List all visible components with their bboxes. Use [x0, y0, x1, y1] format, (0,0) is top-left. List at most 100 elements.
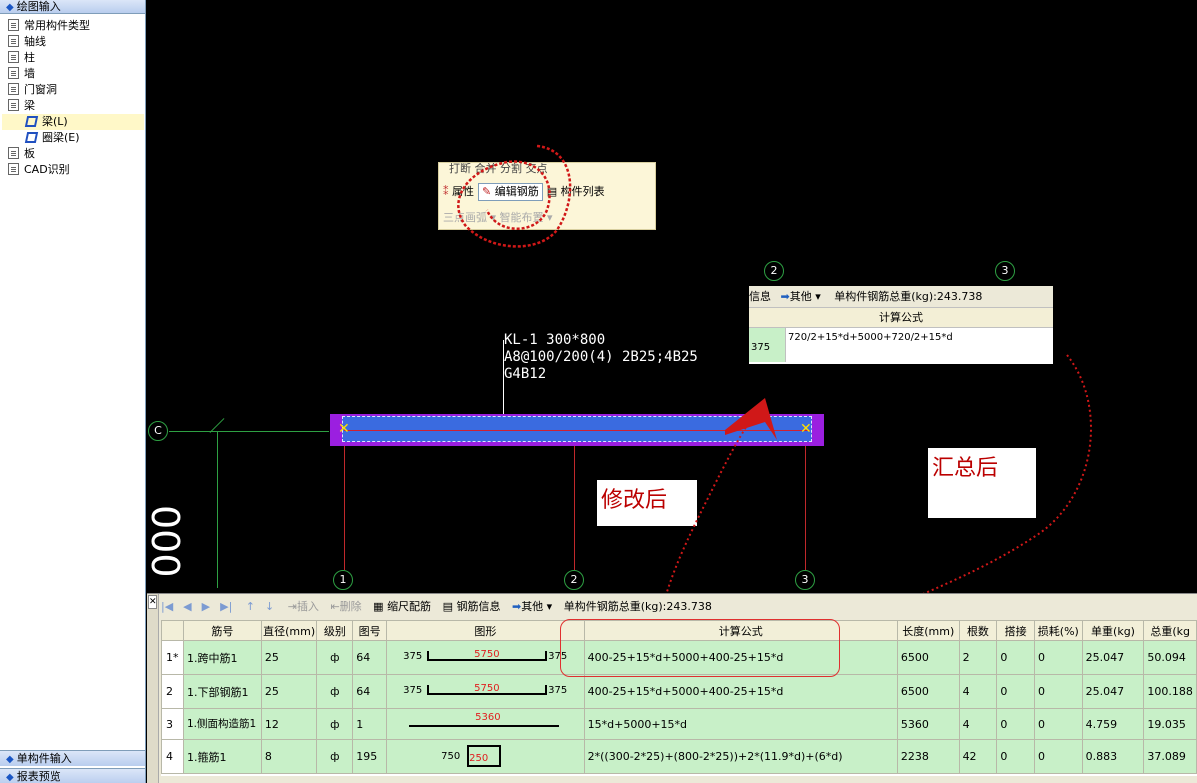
- cell-diameter[interactable]: 25: [260, 674, 318, 709]
- report-preview-tab[interactable]: ◆ 报表预览: [0, 768, 145, 783]
- cell-diameter[interactable]: 12: [260, 708, 318, 740]
- tree-item-label: 梁(L): [42, 115, 68, 128]
- insert-button[interactable]: ⇥插入: [288, 596, 319, 618]
- single-input-label: 单构件输入: [16, 752, 72, 765]
- cell-shape[interactable]: 5360: [386, 708, 585, 740]
- collapse-arrow-icon: ◆: [6, 2, 14, 13]
- cell-formula[interactable]: 15*d+5000+15*d: [583, 708, 898, 740]
- table-row[interactable]: 2 1.下部钢筋1 25 ф 64 375 5750 375 400-25+15…: [161, 674, 1197, 709]
- cell-grade[interactable]: ф: [316, 674, 354, 709]
- tree-item-slab[interactable]: 板: [2, 146, 144, 162]
- cell-length[interactable]: 6500: [896, 640, 960, 675]
- rebar-info-label: 钢筋信息: [456, 600, 501, 613]
- cell-count[interactable]: 2: [958, 640, 998, 675]
- cell-count[interactable]: 4: [958, 708, 998, 740]
- other-icon: ➡: [511, 600, 522, 613]
- row-number: 1*: [161, 640, 184, 675]
- cell-shape[interactable]: 375 5750 375: [386, 674, 585, 709]
- cell-grade[interactable]: ф: [316, 739, 354, 774]
- tree-item-cad[interactable]: CAD识别: [2, 162, 144, 178]
- cell-count[interactable]: 4: [958, 674, 998, 709]
- tree-item-wall[interactable]: 墙: [2, 66, 144, 82]
- cell-shape[interactable]: 750 250: [386, 739, 585, 774]
- cell-diameter[interactable]: 8: [260, 739, 318, 774]
- horizontal-scrollbar[interactable]: [160, 776, 1197, 783]
- other-label[interactable]: 其他: [790, 290, 812, 303]
- cell-formula[interactable]: 2*((300-2*25)+(800-2*25))+2*(11.9*d)+(6*…: [583, 739, 898, 774]
- cell-diameter[interactable]: 25: [260, 640, 318, 675]
- report-preview-label: 报表预览: [16, 770, 61, 783]
- cell-formula[interactable]: 400-25+15*d+5000+400-25+15*d: [583, 674, 898, 709]
- tree-item-label: 梁: [24, 99, 35, 112]
- tree-item-common[interactable]: 常用构件类型: [2, 18, 144, 34]
- cell-length[interactable]: 2238: [896, 739, 960, 774]
- red-scribble-circle: [457, 144, 572, 248]
- table-row[interactable]: 3 1.侧面构造筋1 12 ф 1 5360 15*d+5000+15*d 53…: [161, 708, 1197, 740]
- cell-lap[interactable]: 0: [996, 674, 1035, 709]
- formula-highlight-oval: [560, 619, 840, 677]
- cell-fig-no[interactable]: 64: [352, 640, 388, 675]
- scale-rebar-button[interactable]: ▦ 缩尺配筋: [373, 596, 431, 618]
- formula-snip-header: 计算公式: [749, 308, 1053, 328]
- delete-label: 删除: [339, 600, 362, 613]
- tree-item-label: 门窗洞: [24, 83, 57, 96]
- shape-left-length: 375: [403, 651, 423, 662]
- axis-label-bottom-1: 1: [333, 570, 353, 590]
- shape-left-length: 375: [403, 685, 423, 696]
- other-menu-label: 其他: [521, 600, 544, 613]
- cell-name[interactable]: 1.侧面构造筋1: [182, 708, 262, 740]
- tree-item-ring-beam[interactable]: 圈梁(E): [2, 130, 144, 146]
- cell-grade[interactable]: ф: [316, 708, 354, 740]
- drawing-canvas[interactable]: C 2 3 1 2 3 ✕ ✕ KL-1 300*800 A8@100/200(4…: [147, 0, 1197, 635]
- rebar-info-button[interactable]: ▤ 钢筋信息: [443, 596, 501, 618]
- beam-annotation[interactable]: KL-1 300*800 A8@100/200(4) 2B25;4B25 G4B12: [504, 332, 698, 383]
- formula-snip-left-cell: 375: [749, 328, 785, 362]
- move-up-icon[interactable]: ↑: [246, 600, 255, 613]
- next-icon[interactable]: ▶: [202, 600, 210, 613]
- single-input-tab[interactable]: ◆ 单构件输入: [0, 750, 145, 766]
- panel-header[interactable]: ◆ 绘图输入: [0, 0, 145, 14]
- document-icon: [8, 19, 19, 31]
- beam-endpoint-right[interactable]: ✕: [800, 422, 812, 436]
- tree-item-openings[interactable]: 门窗洞: [2, 82, 144, 98]
- cell-total-weight: 19.035: [1143, 708, 1197, 740]
- close-icon[interactable]: ✕: [148, 595, 157, 609]
- cell-loss[interactable]: 0: [1034, 739, 1083, 774]
- axis-label-bottom-2: 2: [564, 570, 584, 590]
- delete-button[interactable]: ⇤删除: [330, 596, 361, 618]
- header-shape: 图形: [386, 620, 585, 641]
- cell-length[interactable]: 5360: [896, 708, 960, 740]
- first-icon[interactable]: |◀: [161, 600, 173, 613]
- tree-item-column[interactable]: 柱: [2, 50, 144, 66]
- tree-item-axis[interactable]: 轴线: [2, 34, 144, 50]
- cell-shape[interactable]: 375 5750 375: [386, 640, 585, 675]
- panel-side-strip: ✕: [147, 594, 159, 783]
- beam-endpoint-left[interactable]: ✕: [338, 422, 350, 436]
- header-unit-weight: 单重(kg): [1081, 620, 1145, 641]
- cell-fig-no[interactable]: 1: [352, 708, 388, 740]
- move-down-icon[interactable]: ↓: [265, 600, 274, 613]
- tree-item-beam[interactable]: 梁: [2, 98, 144, 114]
- cell-loss[interactable]: 0: [1034, 640, 1083, 675]
- other-menu-button[interactable]: ➡其他 ▾: [512, 596, 552, 618]
- cell-count[interactable]: 42: [958, 739, 998, 774]
- table-row[interactable]: 4 1.箍筋1 8 ф 195 750 250 2*((300-2*25)+(8…: [161, 739, 1197, 774]
- cell-length[interactable]: 6500: [896, 674, 960, 709]
- cell-fig-no[interactable]: 195: [352, 739, 388, 774]
- tree-item-beam-l[interactable]: 梁(L): [2, 114, 144, 130]
- cell-name[interactable]: 1.下部钢筋1: [182, 674, 262, 709]
- cell-lap[interactable]: 0: [996, 739, 1035, 774]
- last-icon[interactable]: ▶|: [220, 600, 232, 613]
- cell-loss[interactable]: 0: [1034, 708, 1083, 740]
- tree-item-label: 柱: [24, 51, 35, 64]
- cell-lap[interactable]: 0: [996, 640, 1035, 675]
- prev-icon[interactable]: ◀: [183, 600, 191, 613]
- cell-name[interactable]: 1.箍筋1: [182, 739, 262, 774]
- axis-label-bottom-3: 3: [795, 570, 815, 590]
- cell-grade[interactable]: ф: [316, 640, 354, 675]
- cell-name[interactable]: 1.跨中筋1: [182, 640, 262, 675]
- header-grade: 级别: [316, 620, 354, 641]
- cell-lap[interactable]: 0: [996, 708, 1035, 740]
- cell-loss[interactable]: 0: [1034, 674, 1083, 709]
- cell-fig-no[interactable]: 64: [352, 674, 388, 709]
